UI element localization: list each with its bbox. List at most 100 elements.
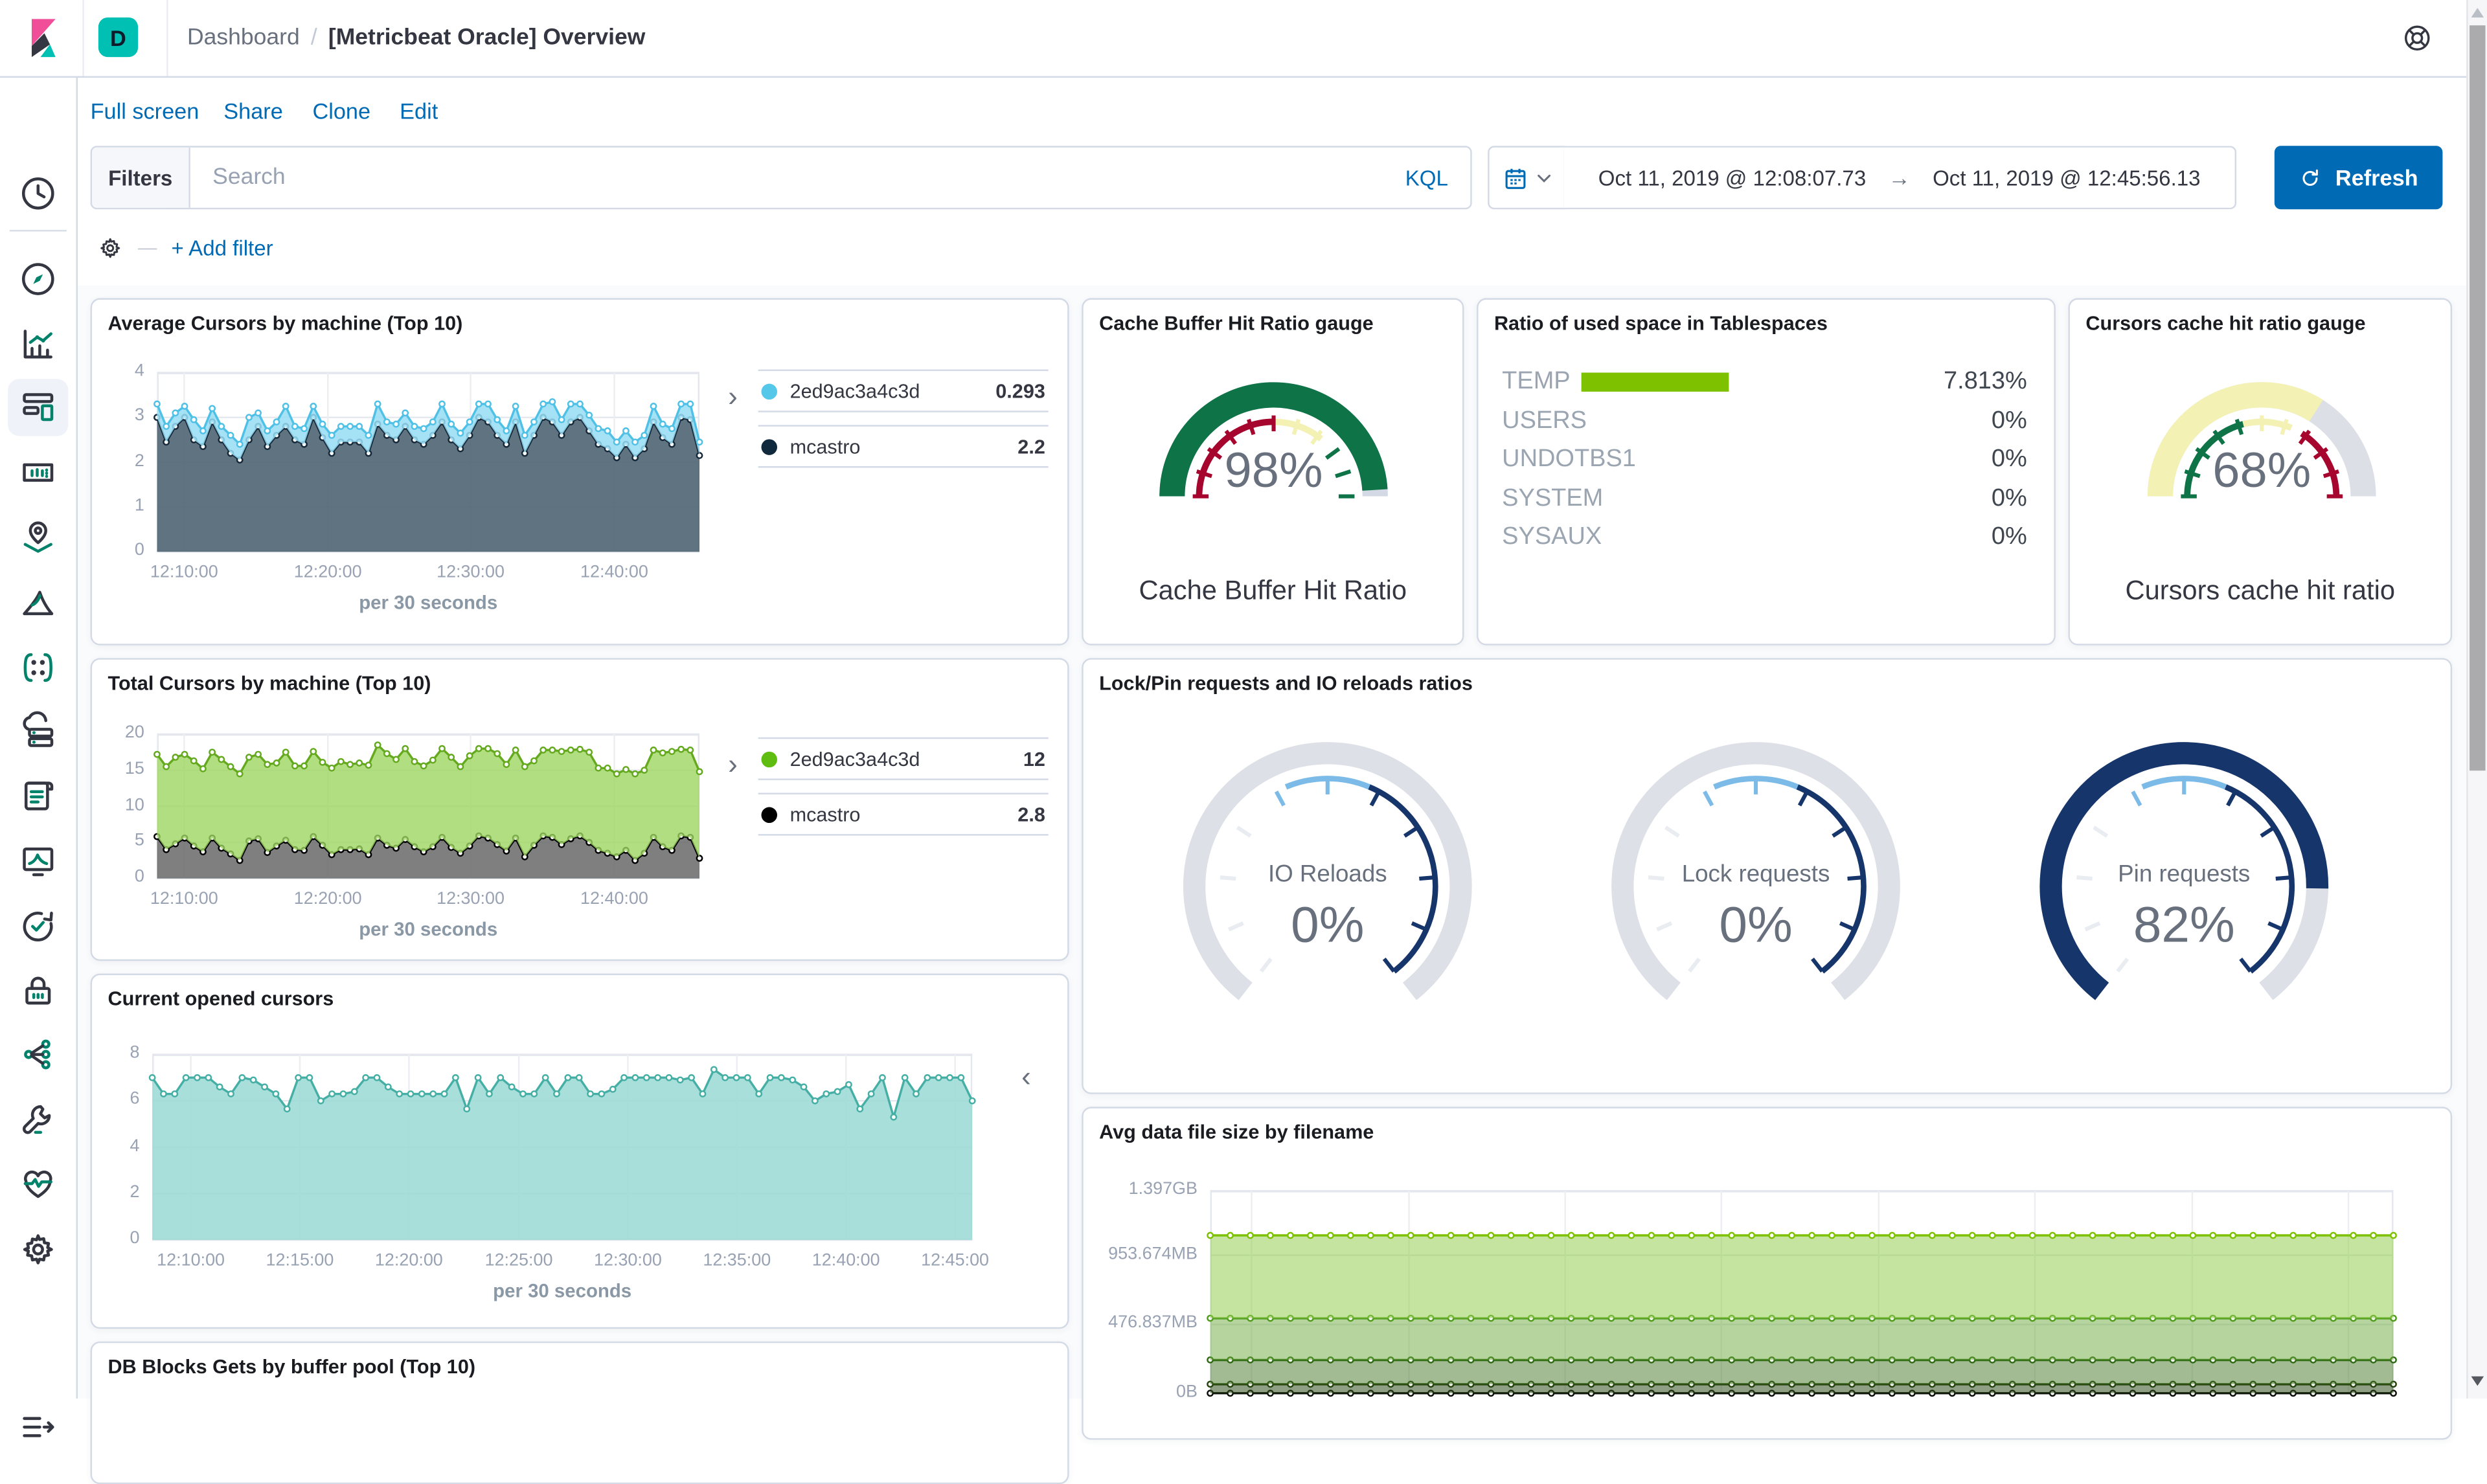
panel-lock-pin-ratios[interactable]: Lock/Pin requests and IO reloads ratios … <box>1082 658 2453 1094</box>
x-axis-label: 12:10:00 <box>150 889 218 909</box>
tablespace-value: 0% <box>1991 445 2027 473</box>
sidebar-item-maps[interactable] <box>17 517 59 558</box>
x-axis-label: 12:20:00 <box>293 563 362 582</box>
panel-db-blocks[interactable]: DB Blocks Gets by buffer pool (Top 10) <box>90 1341 1069 1484</box>
x-axis-label: 12:10:00 <box>150 563 218 582</box>
sidebar-item-apm[interactable] <box>17 1034 59 1075</box>
space-avatar[interactable]: D <box>98 17 139 58</box>
sidebar-item-logs[interactable] <box>17 776 59 817</box>
sidebar-item-siem[interactable] <box>17 971 59 1012</box>
panel-avg-file-size[interactable]: Avg data file size by filename 0B 476.837… <box>1082 1107 2453 1440</box>
kql-toggle[interactable]: KQL <box>1383 148 1470 208</box>
help-icon[interactable] <box>2402 22 2433 54</box>
svg-text:Lock requests: Lock requests <box>1682 860 1830 887</box>
share-button[interactable]: Share <box>223 98 282 124</box>
legend-item[interactable]: mcastro 2.8 <box>758 793 1049 836</box>
add-filter-button[interactable]: + Add filter <box>171 236 273 260</box>
y-axis-label: 476.837MB <box>1108 1313 1198 1332</box>
breadcrumb: Dashboard / [Metricbeat Oracle] Overview <box>187 25 646 51</box>
sidebar-item-discover[interactable] <box>17 258 59 300</box>
sidebar-item-visualize[interactable] <box>17 324 59 365</box>
panel-cursors-cache-gauge[interactable]: Cursors cache hit ratio gauge 68% Cursor… <box>2068 298 2453 646</box>
nav-collapse-button[interactable] <box>17 1406 59 1448</box>
date-to[interactable]: Oct 11, 2019 @ 12:45:56.13 <box>1933 166 2200 190</box>
filters-button[interactable]: Filters <box>92 147 190 208</box>
x-axis-label: 12:45:00 <box>921 1251 990 1270</box>
sidebar-item-recent[interactable] <box>17 173 59 214</box>
series-dot <box>761 750 778 767</box>
kibana-logo-icon[interactable] <box>21 16 65 60</box>
svg-text:IO Reloads: IO Reloads <box>1268 860 1387 887</box>
sidebar-item-dev-tools[interactable] <box>17 1099 59 1140</box>
x-axis-label: 12:30:00 <box>437 889 505 909</box>
sidebar-item-canvas[interactable] <box>17 452 59 493</box>
scroll-up-icon[interactable] <box>2471 8 2484 17</box>
arrow-right-icon: → <box>1888 164 1911 190</box>
x-axis-title: per 30 seconds <box>359 917 498 941</box>
breadcrumb-dashboard[interactable]: Dashboard <box>187 25 300 51</box>
page-title: [Metricbeat Oracle] Overview <box>328 25 646 51</box>
panel-opened-cursors[interactable]: Current opened cursors 0 2 4 6 8 12:10:00 12:1… <box>90 973 1069 1329</box>
sidebar-item-dashboard[interactable] <box>17 387 59 429</box>
tablespace-value: 0% <box>1991 485 2027 513</box>
date-range: Oct 11, 2019 @ 12:08:07.73 → Oct 11, 201… <box>1563 146 2237 210</box>
refresh-button[interactable]: Refresh <box>2274 146 2443 210</box>
chart-legend: 2ed9ac3a4c3d 0.293 mcastro 2.2 <box>758 369 1049 480</box>
legend-expand-icon[interactable]: › <box>728 750 738 778</box>
svg-text:0%: 0% <box>1719 896 1792 953</box>
sidebar-item-infrastructure[interactable] <box>17 710 59 752</box>
refresh-icon <box>2303 168 2319 185</box>
canvas-icon <box>23 463 54 482</box>
legend-item[interactable]: mcastro 2.2 <box>758 425 1049 468</box>
date-from[interactable]: Oct 11, 2019 @ 12:08:07.73 <box>1598 166 1866 190</box>
monitor-icon <box>23 847 54 877</box>
sidebar-item-machine-learning[interactable] <box>17 582 59 624</box>
legend-expand-icon[interactable]: › <box>728 382 738 410</box>
search-input[interactable] <box>190 147 1383 208</box>
date-picker-button[interactable] <box>1488 146 1566 210</box>
tablespace-value: 7.813% <box>1944 368 2027 395</box>
y-axis-label: 953.674MB <box>1108 1244 1198 1263</box>
sidebar-item-uptime[interactable] <box>17 905 59 947</box>
legend-collapse-icon[interactable]: ‹ <box>1021 1062 1031 1091</box>
sidebar-item-metrics[interactable] <box>17 840 59 882</box>
series-dot <box>761 438 778 455</box>
clone-button[interactable]: Clone <box>312 98 370 124</box>
series-dot <box>761 383 778 399</box>
edit-button[interactable]: Edit <box>400 98 438 124</box>
compass-icon <box>21 263 54 295</box>
tablespace-label: SYSTEM <box>1502 485 1604 513</box>
gauge-caption: Cache Buffer Hit Ratio <box>1139 575 1407 606</box>
tablespace-value: 0% <box>1991 407 2027 435</box>
sidebar-item-management[interactable] <box>17 1229 59 1270</box>
x-axis-title: per 30 seconds <box>493 1279 632 1302</box>
scrollbar-thumb[interactable] <box>2470 25 2486 771</box>
chart-legend: 2ed9ac3a4c3d 12 mcastro 2.8 <box>758 737 1049 848</box>
full-screen-button[interactable]: Full screen <box>91 98 199 124</box>
svg-text:0%: 0% <box>1291 896 1364 953</box>
gauge-pin-requests: Pin requests 82% <box>2039 742 2329 1000</box>
panel-tablespaces[interactable]: Ratio of used space in Tablespaces TEMP 7… <box>1477 298 2056 646</box>
scroll-down-icon[interactable] <box>2471 1376 2484 1386</box>
legend-item[interactable]: 2ed9ac3a4c3d 0.293 <box>758 369 1049 412</box>
panel-average-cursors[interactable]: Average Cursors by machine (Top 10) 0123… <box>90 298 1069 646</box>
x-axis-label: 12:40:00 <box>580 889 648 909</box>
clock-icon <box>21 177 54 210</box>
query-bar: Filters KQL <box>90 146 1472 210</box>
side-navigation <box>0 76 78 1437</box>
calendar-icon <box>1505 168 1525 188</box>
panel-cache-buffer-gauge[interactable]: Cache Buffer Hit Ratio gauge 98% Cache B… <box>1082 298 1464 646</box>
tablespace-value: 0% <box>1991 523 2027 550</box>
tablespace-label: UNDOTBS1 <box>1502 445 1636 473</box>
nodes-icon <box>24 1039 51 1070</box>
gauge-lock-requests: Lock requests 0% <box>1611 742 1900 1000</box>
kibana-app: D Dashboard / [Metricbeat Oracle] Overview… <box>0 0 2487 1484</box>
panel-total-cursors[interactable]: Total Cursors by machine (Top 10) 0 5 10 15… <box>90 658 1069 961</box>
sidebar-item-monitoring[interactable] <box>17 1164 59 1206</box>
filter-settings-gear-icon[interactable] <box>97 234 124 261</box>
sidebar-item-graph[interactable] <box>17 647 59 688</box>
vertical-scrollbar[interactable] <box>2466 0 2487 1399</box>
cloud-server-icon <box>23 711 54 747</box>
legend-item[interactable]: 2ed9ac3a4c3d 12 <box>758 737 1049 780</box>
ml-icon <box>23 590 54 616</box>
